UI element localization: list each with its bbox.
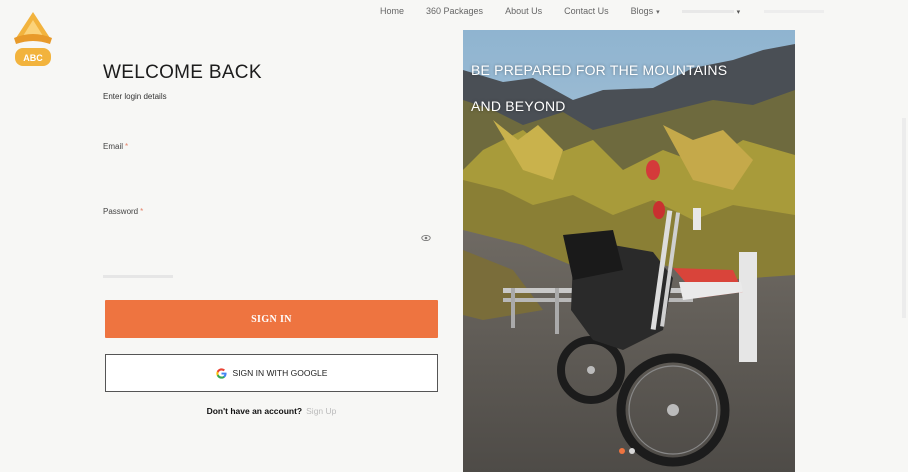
hero-caption: BE PREPARED FOR THE MOUNTAINS AND BEYOND <box>471 52 771 124</box>
nav-faded-dropdown[interactable]: ▾ <box>681 6 742 16</box>
signup-row: Don't have an account? Sign Up <box>103 406 440 416</box>
login-panel: WELCOME BACK Enter login details Email * … <box>103 62 443 416</box>
slider-dot[interactable] <box>629 448 635 454</box>
required-mark: * <box>140 207 144 216</box>
page-title: WELCOME BACK <box>103 62 262 83</box>
hero-caption-line-1: BE PREPARED FOR THE MOUNTAINS <box>471 62 728 78</box>
sign-in-button[interactable]: SIGN IN <box>105 300 438 338</box>
email-label: Email * <box>103 142 128 151</box>
chevron-down-icon: ▾ <box>736 9 741 16</box>
faded-nav-text <box>681 10 734 14</box>
hero-caption-line-2: AND BEYOND <box>471 98 566 114</box>
nav-360-packages[interactable]: 360 Packages <box>426 6 483 16</box>
slider-dots <box>619 448 635 454</box>
nav-about-us[interactable]: About Us <box>505 6 542 16</box>
password-field[interactable] <box>103 222 435 242</box>
scrollbar[interactable] <box>902 118 906 318</box>
svg-text:ABC: ABC <box>23 53 43 63</box>
top-nav: Home 360 Packages About Us Contact Us Bl… <box>380 6 846 16</box>
brand-logo[interactable]: ABC <box>6 8 60 74</box>
nav-faded-item[interactable] <box>763 6 824 16</box>
login-subtitle: Enter login details <box>103 92 167 101</box>
nav-home[interactable]: Home <box>380 6 404 16</box>
faded-field-label <box>103 272 173 281</box>
email-label-text: Email <box>103 142 124 151</box>
eye-icon[interactable] <box>421 233 431 243</box>
sign-up-link[interactable]: Sign Up <box>306 406 336 416</box>
chevron-down-icon: ▾ <box>656 9 660 16</box>
faded-nav-text <box>763 10 824 14</box>
slider-dot-active[interactable] <box>619 448 625 454</box>
google-icon <box>215 367 227 379</box>
email-field[interactable] <box>103 156 435 176</box>
password-label: Password * <box>103 207 143 216</box>
no-account-text: Don't have an account? <box>206 406 303 416</box>
google-sign-in-button[interactable]: SIGN IN WITH GOOGLE <box>105 354 438 392</box>
nav-blogs[interactable]: Blogs ▾ <box>631 6 660 16</box>
password-label-text: Password <box>103 207 139 216</box>
required-mark: * <box>125 142 129 151</box>
nav-contact-us[interactable]: Contact Us <box>564 6 609 16</box>
hero-image-slider[interactable]: BE PREPARED FOR THE MOUNTAINS AND BEYOND <box>463 30 795 472</box>
nav-blogs-label: Blogs <box>630 6 654 16</box>
google-button-label: SIGN IN WITH GOOGLE <box>232 368 328 378</box>
